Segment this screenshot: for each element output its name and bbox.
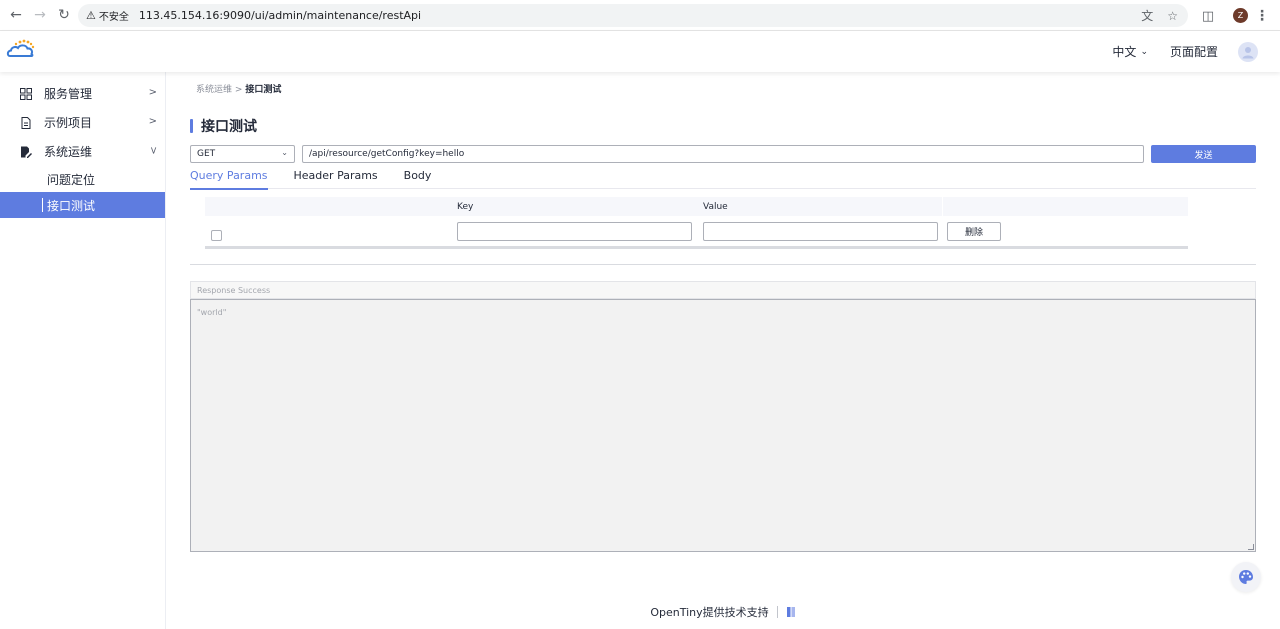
sidebar-item-sample-project[interactable]: 示例项目 > [0, 108, 165, 137]
response-body-textarea[interactable]: "world" [190, 299, 1256, 552]
user-avatar[interactable] [1238, 41, 1258, 62]
breadcrumb-current: 接口测试 [245, 85, 282, 95]
opentiny-logo-icon[interactable] [786, 606, 796, 618]
page-config-link[interactable]: 页面配置 [1170, 43, 1218, 60]
url-input-value: /api/resource/getConfig?key=hello [309, 149, 465, 159]
profile-avatar[interactable]: Z [1233, 8, 1248, 23]
page-title: 接口测试 [190, 116, 257, 136]
request-tabs: Query Params Header Params Body [190, 168, 1256, 190]
language-switcher[interactable]: 中文 ⌄ [1112, 43, 1148, 60]
tab-body[interactable]: Body [404, 168, 432, 189]
chevron-down-icon: ⌄ [1140, 46, 1148, 57]
value-input[interactable] [703, 221, 938, 241]
send-button[interactable]: 发送 [1151, 145, 1256, 163]
sidebar-item-label: 服务管理 [44, 87, 93, 101]
user-icon [1242, 46, 1254, 58]
breadcrumb-parent[interactable]: 系统运维 [196, 85, 232, 95]
table-header: Key Value [205, 197, 1188, 216]
response-body-text: "world" [197, 308, 227, 317]
security-label: 不安全 [98, 12, 129, 23]
grid-icon [20, 87, 32, 100]
method-value: GET [197, 149, 216, 159]
url-text[interactable]: 113.45.154.16:9090/ui/admin/maintenance/… [139, 9, 421, 22]
security-warning[interactable]: ⚠ 不安全 [86, 8, 129, 23]
warning-icon: ⚠ [86, 9, 96, 22]
chevron-right-icon: > [148, 87, 157, 98]
sidebar-item-label: 示例项目 [44, 116, 93, 130]
resize-handle-icon[interactable] [1248, 544, 1254, 550]
tab-query-params[interactable]: Query Params [190, 168, 268, 190]
response-status: Response Success [190, 281, 1256, 299]
forward-icon[interactable]: → [28, 3, 52, 27]
edit-document-icon [20, 146, 32, 158]
breadcrumb: 系统运维 > 接口测试 [196, 82, 281, 95]
footer: OpenTiny提供技术支持 [166, 604, 1280, 620]
extensions-icon[interactable]: ◫ [1196, 4, 1220, 28]
address-bar[interactable]: ⚠ 不安全 113.45.154.16:9090/ui/admin/mainte… [78, 4, 1188, 27]
sidebar-subitem-label: 问题定位 [47, 172, 96, 187]
section-divider [190, 264, 1256, 265]
main-content: 系统运维 > 接口测试 接口测试 GET ⌄ /api/resource/get… [166, 72, 1280, 629]
sidebar-item-system-maintenance[interactable]: 系统运维 > [0, 137, 165, 166]
theme-palette-button[interactable] [1231, 562, 1261, 592]
sidebar-subitem-problem-location[interactable]: 问题定位 [0, 166, 165, 192]
back-icon[interactable]: ← [4, 3, 28, 27]
title-accent-bar [190, 119, 193, 133]
chevron-down-icon: > [147, 146, 159, 155]
header-key: Key [457, 201, 474, 212]
url-input[interactable]: /api/resource/getConfig?key=hello [302, 145, 1144, 163]
table-row: 删除 [205, 216, 1188, 246]
app-header: 中文 ⌄ 页面配置 [0, 31, 1280, 72]
method-select[interactable]: GET ⌄ [190, 145, 295, 163]
row-checkbox[interactable] [211, 229, 222, 241]
more-menu-icon[interactable]: ⋮ [1252, 4, 1272, 28]
sidebar-subitem-api-test[interactable]: 接口测试 [0, 192, 165, 218]
chevron-down-icon: ⌄ [281, 148, 288, 157]
chevron-right-icon: > [148, 116, 157, 127]
sidebar-item-service-management[interactable]: 服务管理 > [0, 79, 165, 108]
delete-row-button[interactable]: 删除 [947, 221, 1001, 241]
cloud-logo-icon[interactable] [6, 38, 38, 60]
bookmark-star-icon[interactable]: ☆ [1167, 9, 1178, 23]
active-indicator [42, 198, 43, 212]
sidebar-item-label: 系统运维 [44, 145, 93, 159]
reload-icon[interactable]: ↻ [52, 3, 76, 27]
document-icon [20, 116, 32, 129]
tab-header-params[interactable]: Header Params [294, 168, 378, 189]
palette-icon [1239, 570, 1253, 584]
footer-text: OpenTiny提供技术支持 [650, 606, 769, 619]
footer-separator [776, 606, 778, 618]
page-title-text: 接口测试 [201, 119, 257, 135]
params-table: Key Value 删除 [205, 197, 1188, 249]
browser-toolbar: ← → ↻ ⚠ 不安全 113.45.154.16:9090/ui/admin/… [0, 0, 1280, 31]
key-input[interactable] [457, 221, 692, 241]
breadcrumb-separator: > [234, 85, 243, 95]
translate-icon[interactable]: 文 [1141, 7, 1153, 24]
language-label: 中文 [1112, 45, 1137, 59]
sidebar-subitem-label: 接口测试 [47, 198, 96, 213]
header-value: Value [697, 197, 943, 216]
sidebar: 服务管理 > 示例项目 > 系统运维 > 问题定位 接口测试 [0, 72, 166, 629]
